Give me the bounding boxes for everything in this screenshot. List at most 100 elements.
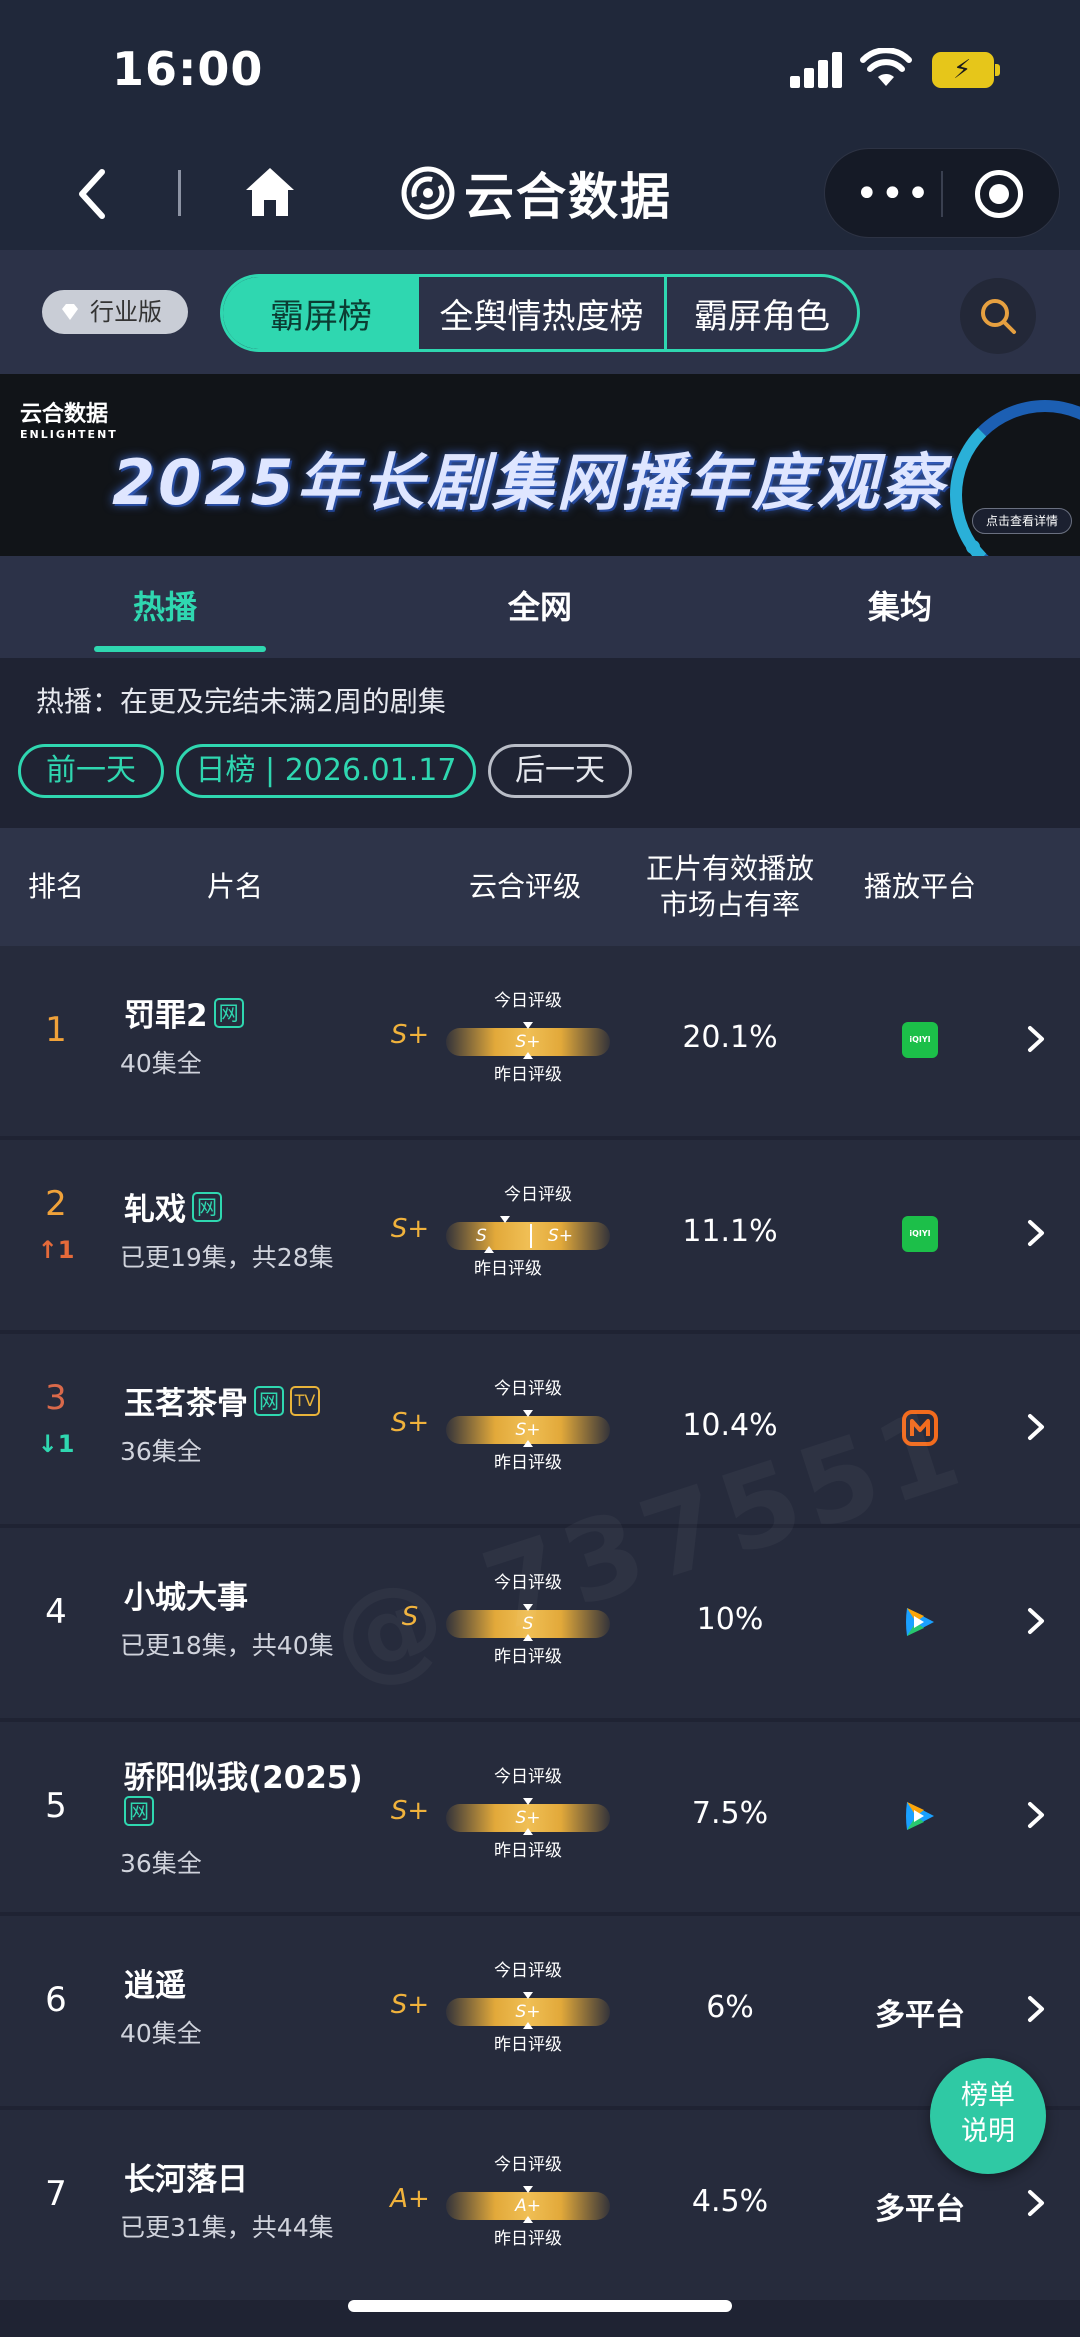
table-row[interactable]: 7 长河落日 已更31集，共44集 A+ 今日评级 A+ 昨日评级 4.5% 多平台 <box>0 2110 1080 2300</box>
segment-roles[interactable]: 霸屏角色 <box>667 277 857 349</box>
tab-hot[interactable]: 热播 <box>60 556 270 658</box>
grade-bar-fill: S+ <box>446 1798 610 1835</box>
header-share: 正片有效播放 市场占有率 <box>620 828 840 946</box>
trend-down-icon: ↓1 <box>37 1430 75 1458</box>
yesterday-grade-label: 昨日评级 <box>494 1453 562 1473</box>
today-marker <box>523 1992 533 1999</box>
yesterday-grade-label: 昨日评级 <box>494 1065 562 1085</box>
drama-title: 罚罪2 <box>124 998 208 1034</box>
header-share-line2: 市场占有率 <box>659 888 800 921</box>
tab-avg[interactable]: 集均 <box>800 556 1000 658</box>
diamond-icon <box>62 304 78 320</box>
market-share: 7.5% <box>691 1796 769 1831</box>
ranking-description: 热播：在更及完结未满2周的剧集 <box>36 685 446 718</box>
today-marker <box>523 1022 533 1029</box>
today-grade-label: 今日评级 <box>494 1379 562 1399</box>
table-row[interactable]: 5 骄阳似我(2025) 网 36集全 S+ 今日评级 S+ 昨日评级 7.5% <box>0 1722 1080 1912</box>
back-icon[interactable] <box>70 164 120 224</box>
grade-split <box>530 1224 532 1248</box>
date-selector[interactable]: 日榜 | 2026.01.17 <box>176 744 476 798</box>
rank-number: 6 <box>45 1980 67 2020</box>
tencent-video-icon <box>906 1802 934 1830</box>
banner-details-button[interactable]: 点击查看详情 <box>972 508 1072 534</box>
float-line2: 说明 <box>961 2116 1015 2147</box>
today-marker <box>523 1798 533 1805</box>
today-marker <box>523 2186 533 2193</box>
market-share: 11.1% <box>682 1214 778 1249</box>
today-grade: S+ <box>515 2002 541 2022</box>
tab-all[interactable]: 全网 <box>440 556 640 658</box>
web-tag: 网 <box>213 997 244 1028</box>
drama-title: 骄阳似我(2025) <box>124 1760 363 1796</box>
rank-number: 2 <box>45 1184 67 1224</box>
grade-bar-fill: S+ <box>446 1410 610 1447</box>
market-share: 20.1% <box>682 1020 778 1055</box>
banner-logo-sub: ENLIGHTENT <box>20 428 118 441</box>
tencent-video-icon <box>906 1608 934 1636</box>
table-row[interactable]: 2 ↑1 轧戏网已更19集，共28集 S+ 今日评级 S S+ 昨日评级 11.1% iQIYI <box>0 1140 1080 1330</box>
rank-trend: ↓1 <box>0 1430 112 1458</box>
ranking-explanation-button[interactable]: 榜单 说明 <box>930 2058 1046 2174</box>
tv-tag: TV <box>290 1385 320 1416</box>
sub-tabs: 热播 全网 集均 <box>0 556 1080 658</box>
table-row[interactable]: 1 罚罪2 网 40集全 S+ 今日评级 S+ 昨日评级 20.1% iQIYI <box>0 946 1080 1136</box>
yesterday-marker <box>484 1246 494 1253</box>
segment-row: 行业版 霸屏榜 全舆情热度榜 霸屏角色 <box>0 250 1080 374</box>
more-icon[interactable]: ••• <box>855 167 930 221</box>
episode-status: 已更19集，共28集 <box>120 1243 334 1272</box>
status-bar: 16:00 ⚡ <box>0 0 1080 140</box>
iqiyi-icon: iQIYI <box>902 1022 938 1058</box>
battery-icon: ⚡ <box>932 52 1000 88</box>
title-line: 轧戏网 <box>124 1184 222 1229</box>
chevron-right-icon[interactable] <box>1024 1800 1048 1830</box>
chevron-right-icon[interactable] <box>1024 1606 1048 1636</box>
today-grade-label: 今日评级 <box>494 2155 562 2175</box>
chevron-right-icon[interactable] <box>1024 1218 1048 1248</box>
status-time: 16:00 <box>112 42 264 96</box>
rank-number: 4 <box>45 1592 67 1632</box>
title-line: 罚罪2 网 <box>124 990 244 1035</box>
today-marker <box>523 1410 533 1417</box>
today-grade: S+ <box>515 1032 541 1052</box>
wifi-icon <box>860 48 912 86</box>
drama-title: 逍遥 <box>124 1968 186 2004</box>
next-day-button[interactable]: 后一天 <box>488 744 632 798</box>
segment-sentiment[interactable]: 全舆情热度榜 <box>419 277 667 349</box>
yesterday-marker <box>523 2216 533 2223</box>
chevron-right-icon[interactable] <box>1024 1024 1048 1054</box>
grade-label: S+ <box>390 1214 430 1244</box>
market-share: 4.5% <box>691 2184 769 2219</box>
grade-bar-fill: S S+ <box>446 1216 610 1253</box>
search-button[interactable] <box>960 278 1036 354</box>
close-miniapp-icon[interactable] <box>975 170 1023 218</box>
today-grade-label: 今日评级 <box>494 1961 562 1981</box>
chevron-right-icon[interactable] <box>1024 1412 1048 1442</box>
prev-day-button[interactable]: 前一天 <box>18 744 164 798</box>
iqiyi-icon: iQIYI <box>902 1216 938 1252</box>
home-indicator <box>348 2300 732 2312</box>
banner-title: 2025年长剧集网播年度观察 <box>112 446 947 519</box>
today-grade: A+ <box>515 2196 541 2216</box>
page-title: 云合数据 <box>464 168 672 226</box>
chevron-right-icon[interactable] <box>1024 1994 1048 2024</box>
web-tag: 网 <box>254 1385 284 1416</box>
grade-label: S+ <box>390 1796 430 1826</box>
home-icon[interactable] <box>240 162 300 222</box>
float-line1: 榜单 <box>961 2080 1015 2111</box>
promo-banner[interactable]: 云合数据 ENLIGHTENT 2025年长剧集网播年度观察 点击查看详情 <box>0 374 1080 556</box>
rank-number: 1 <box>45 1010 67 1050</box>
web-tag: 网 <box>124 1796 154 1826</box>
grade-bar-fill: S+ <box>446 1992 610 2029</box>
drama-title: 长河落日 <box>124 2162 248 2198</box>
badge-label: 行业版 <box>90 298 162 326</box>
yesterday-grade-label: 昨日评级 <box>494 2229 562 2249</box>
header-platform: 播放平台 <box>863 870 976 903</box>
yesterday-grade-label: 昨日评级 <box>494 1841 562 1861</box>
rank-number: 5 <box>45 1786 67 1826</box>
industry-edition-badge[interactable]: 行业版 <box>42 290 188 334</box>
segment-dominance[interactable]: 霸屏榜 <box>223 277 419 349</box>
market-share: 10% <box>696 1602 764 1637</box>
chevron-right-icon[interactable] <box>1024 2188 1048 2218</box>
table-row[interactable]: 6 逍遥 40集全 S+ 今日评级 S+ 昨日评级 6% 多平台 <box>0 1916 1080 2106</box>
today-grade-label: 今日评级 <box>494 1767 562 1787</box>
